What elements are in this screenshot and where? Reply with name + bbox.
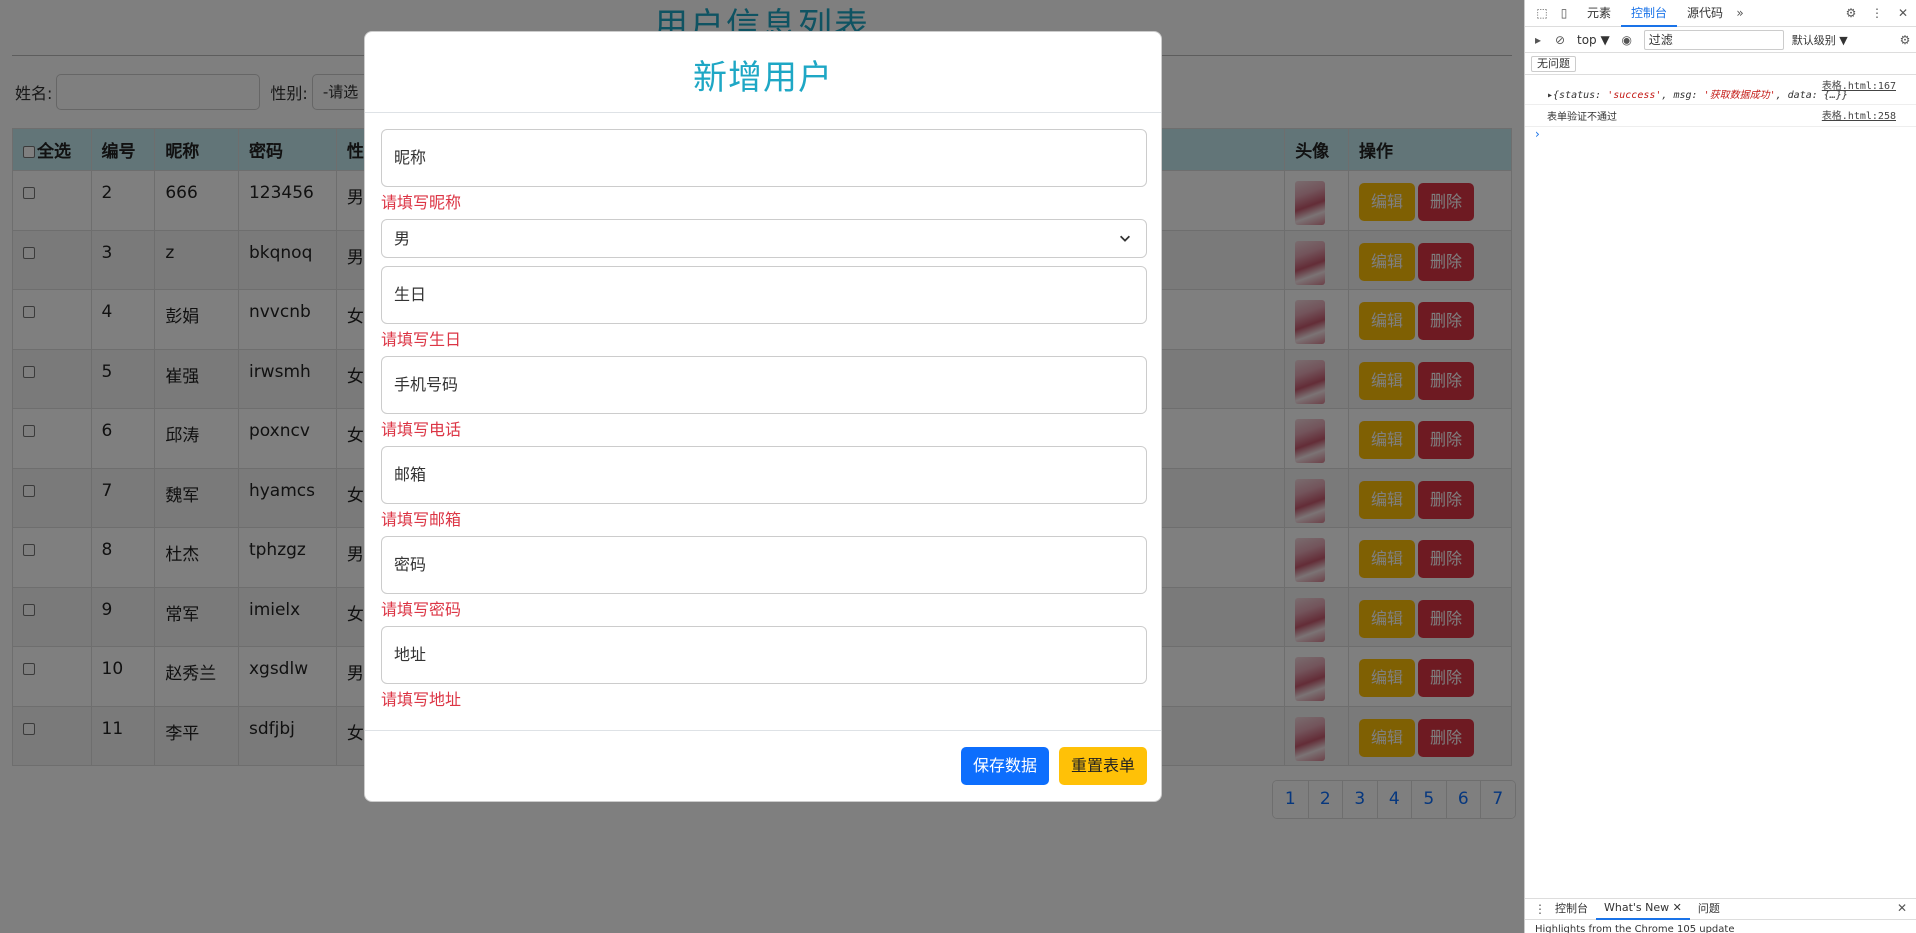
gender-select[interactable]: 男 bbox=[381, 219, 1147, 258]
inspect-icon[interactable]: ⬚ bbox=[1535, 6, 1549, 20]
devtools-tabbar: ⬚ ▯ 元素 控制台 源代码 » ⚙ ⋮ ✕ bbox=[1525, 0, 1916, 27]
log-source-link[interactable]: 表格.html:167 bbox=[1822, 77, 1896, 92]
modal-footer: 保存数据 重置表单 bbox=[365, 730, 1161, 801]
email-error: 请填写邮箱 bbox=[381, 510, 462, 529]
tab-console[interactable]: 控制台 bbox=[1621, 0, 1678, 27]
log-level-select[interactable]: 默认级别 ▼ bbox=[1792, 32, 1848, 48]
console-settings-icon[interactable]: ⚙ bbox=[1898, 33, 1912, 47]
log-object-prefix: ▸{status: bbox=[1547, 90, 1608, 101]
add-user-modal: 新增用户 昵称 请填写昵称 男 生日 请填写生日 手机号码 请填写电话 邮箱 请… bbox=[364, 31, 1162, 802]
drawer-tab-whats-new[interactable]: What's New ✕ bbox=[1596, 898, 1690, 920]
drawer-tab-issues[interactable]: 问题 bbox=[1690, 899, 1728, 919]
close-icon[interactable]: ✕ bbox=[1896, 6, 1910, 20]
drawer-tab-console[interactable]: 控制台 bbox=[1547, 899, 1596, 919]
phone-input[interactable]: 手机号码 bbox=[381, 356, 1147, 414]
modal-header: 新增用户 bbox=[365, 32, 1161, 113]
email-input[interactable]: 邮箱 bbox=[381, 446, 1147, 504]
device-toolbar-icon[interactable]: ▯ bbox=[1557, 6, 1571, 20]
close-drawer-icon[interactable]: ✕ bbox=[1895, 901, 1909, 915]
modal-title: 新增用户 bbox=[693, 58, 833, 98]
birthday-error: 请填写生日 bbox=[381, 330, 462, 349]
log-object-mid: , msg: bbox=[1661, 90, 1704, 101]
drawer-menu-icon[interactable]: ⋮ bbox=[1533, 902, 1547, 916]
password-error: 请填写密码 bbox=[381, 600, 462, 619]
birthday-input[interactable]: 生日 bbox=[381, 266, 1147, 324]
issues-badge[interactable]: 无问题 bbox=[1531, 56, 1576, 72]
console-toolbar: ▸ ⊘ top ▼ ◉ 过滤 默认级别 ▼ ⚙ bbox=[1525, 27, 1916, 53]
sidebar-toggle-icon[interactable]: ▸ bbox=[1531, 33, 1545, 47]
issues-bar: 无问题 bbox=[1525, 53, 1916, 75]
page: 用户信息列表 姓名: 性别: -请选 全选 编号 昵称 密码 性 头像 操作 bbox=[0, 0, 1524, 933]
kebab-menu-icon[interactable]: ⋮ bbox=[1870, 6, 1884, 20]
tab-sources[interactable]: 源代码 bbox=[1677, 0, 1733, 27]
address-error: 请填写地址 bbox=[381, 690, 462, 709]
chevron-down-icon bbox=[1120, 235, 1130, 242]
context-select[interactable]: top ▼ bbox=[1577, 33, 1610, 47]
gender-select-value: 男 bbox=[394, 229, 411, 248]
nickname-error: 请填写昵称 bbox=[381, 193, 462, 212]
console-log-entry: 表格.html:258 表单验证不通过 bbox=[1525, 105, 1916, 127]
modal-body: 昵称 请填写昵称 男 生日 请填写生日 手机号码 请填写电话 邮箱 请填写邮箱 … bbox=[381, 129, 1147, 716]
reset-button[interactable]: 重置表单 bbox=[1058, 747, 1147, 785]
console-prompt[interactable]: › bbox=[1525, 127, 1916, 141]
password-input[interactable]: 密码 bbox=[381, 536, 1147, 594]
app-root: 用户信息列表 姓名: 性别: -请选 全选 编号 昵称 密码 性 头像 操作 bbox=[0, 0, 1916, 933]
devtools-panel: ⬚ ▯ 元素 控制台 源代码 » ⚙ ⋮ ✕ ▸ ⊘ top ▼ ◉ 过滤 默认… bbox=[1524, 0, 1916, 933]
log-source-link[interactable]: 表格.html:258 bbox=[1822, 107, 1896, 122]
phone-error: 请填写电话 bbox=[381, 420, 462, 439]
log-msg-value: '获取数据成功' bbox=[1703, 90, 1776, 101]
nickname-input[interactable]: 昵称 bbox=[381, 129, 1147, 187]
eye-icon[interactable]: ◉ bbox=[1620, 33, 1634, 47]
clear-console-icon[interactable]: ⊘ bbox=[1553, 33, 1567, 47]
whats-new-text: Highlights from the Chrome 105 update bbox=[1535, 924, 1735, 933]
more-tabs-icon[interactable]: » bbox=[1733, 6, 1747, 20]
address-input[interactable]: 地址 bbox=[381, 626, 1147, 684]
log-status-value: 'success' bbox=[1607, 90, 1662, 101]
console-filter-input[interactable]: 过滤 bbox=[1643, 29, 1784, 50]
console-log-entry: 表格.html:167 ▸{status: 'success', msg: '获… bbox=[1525, 75, 1916, 105]
tab-elements[interactable]: 元素 bbox=[1577, 0, 1621, 27]
gear-icon[interactable]: ⚙ bbox=[1844, 6, 1858, 20]
drawer-tabbar: ⋮ 控制台 What's New ✕ 问题 ✕ bbox=[1525, 898, 1916, 920]
save-button[interactable]: 保存数据 bbox=[960, 747, 1049, 785]
